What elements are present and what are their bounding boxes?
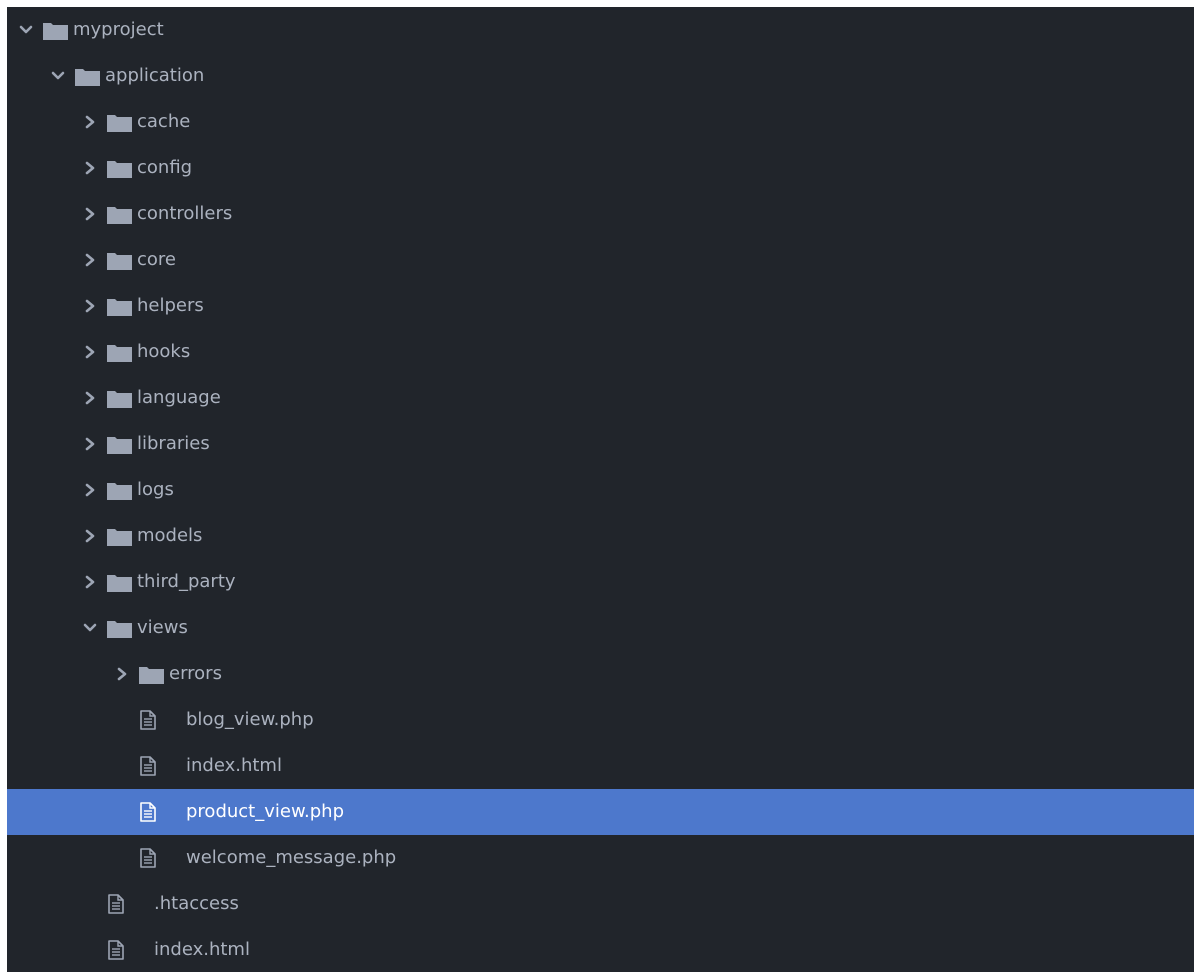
- chevron-right-icon[interactable]: [114, 663, 130, 685]
- file-tree-panel: myproject application cache config controlle…: [7, 7, 1194, 972]
- tree-item-label: .htaccess: [154, 893, 239, 914]
- chevron-down-icon[interactable]: [82, 617, 98, 639]
- tree-item-label: cache: [137, 111, 191, 132]
- tree-folder-row[interactable]: models: [7, 513, 1194, 559]
- tree-item-label: index.html: [186, 755, 282, 776]
- tree-folder-row[interactable]: libraries: [7, 421, 1194, 467]
- folder-icon: [107, 252, 132, 270]
- tree-folder-row[interactable]: logs: [7, 467, 1194, 513]
- file-text-icon: [108, 894, 124, 914]
- tree-folder-row[interactable]: language: [7, 375, 1194, 421]
- file-text-icon: [140, 802, 156, 822]
- tree-item-label: index.html: [154, 939, 250, 960]
- folder-icon: [139, 666, 164, 684]
- tree-folder-row[interactable]: third_party: [7, 559, 1194, 605]
- chevron-right-icon[interactable]: [82, 203, 98, 225]
- tree-item-label: language: [137, 387, 221, 408]
- tree-item-label: logs: [137, 479, 174, 500]
- file-text-icon: [140, 710, 156, 730]
- tree-folder-row[interactable]: cache: [7, 99, 1194, 145]
- tree-folder-row[interactable]: errors: [7, 651, 1194, 697]
- folder-icon: [107, 390, 132, 408]
- folder-icon: [107, 344, 132, 362]
- tree-item-label: libraries: [137, 433, 210, 454]
- folder-icon: [107, 574, 132, 592]
- tree-folder-row[interactable]: helpers: [7, 283, 1194, 329]
- tree-item-label: product_view.php: [186, 801, 345, 822]
- tree-item-label: controllers: [137, 203, 233, 224]
- chevron-right-icon[interactable]: [82, 111, 98, 133]
- chevron-right-icon[interactable]: [82, 387, 98, 409]
- folder-icon: [107, 160, 132, 178]
- folder-icon: [107, 114, 132, 132]
- chevron-down-icon[interactable]: [18, 19, 34, 41]
- folder-icon: [75, 68, 100, 86]
- tree-file-row[interactable]: welcome_message.php: [7, 835, 1194, 881]
- chevron-right-icon[interactable]: [82, 525, 98, 547]
- folder-icon: [43, 22, 68, 40]
- chevron-right-icon[interactable]: [82, 295, 98, 317]
- chevron-right-icon[interactable]: [82, 479, 98, 501]
- chevron-right-icon[interactable]: [82, 571, 98, 593]
- tree-item-label: core: [137, 249, 176, 270]
- tree-item-label: application: [105, 65, 205, 86]
- chevron-right-icon[interactable]: [82, 249, 98, 271]
- tree-folder-row[interactable]: myproject: [7, 7, 1194, 53]
- chevron-right-icon[interactable]: [82, 433, 98, 455]
- chevron-right-icon[interactable]: [82, 341, 98, 363]
- folder-icon: [107, 206, 132, 224]
- tree-item-label: hooks: [137, 341, 191, 362]
- tree-file-row[interactable]: .htaccess: [7, 881, 1194, 927]
- tree-file-row[interactable]: index.html: [7, 927, 1194, 972]
- tree-folder-row[interactable]: application: [7, 53, 1194, 99]
- tree-item-label: welcome_message.php: [186, 847, 397, 868]
- file-text-icon: [140, 756, 156, 776]
- tree-item-label: errors: [169, 663, 222, 684]
- tree-file-row[interactable]: product_view.php: [7, 789, 1194, 835]
- tree-folder-row[interactable]: hooks: [7, 329, 1194, 375]
- folder-icon: [107, 436, 132, 454]
- tree-item-label: third_party: [137, 571, 236, 592]
- tree-file-row[interactable]: index.html: [7, 743, 1194, 789]
- folder-icon: [107, 620, 132, 638]
- tree-item-label: helpers: [137, 295, 204, 316]
- tree-folder-row[interactable]: views: [7, 605, 1194, 651]
- chevron-down-icon[interactable]: [50, 65, 66, 87]
- tree-folder-row[interactable]: core: [7, 237, 1194, 283]
- folder-icon: [107, 528, 132, 546]
- tree-item-label: config: [137, 157, 193, 178]
- file-text-icon: [140, 848, 156, 868]
- tree-file-row[interactable]: blog_view.php: [7, 697, 1194, 743]
- file-text-icon: [108, 940, 124, 960]
- tree-folder-row[interactable]: config: [7, 145, 1194, 191]
- tree-item-label: blog_view.php: [186, 709, 314, 730]
- folder-icon: [107, 482, 132, 500]
- tree-folder-row[interactable]: controllers: [7, 191, 1194, 237]
- tree-item-label: views: [137, 617, 188, 638]
- tree-item-label: models: [137, 525, 203, 546]
- chevron-right-icon[interactable]: [82, 157, 98, 179]
- folder-icon: [107, 298, 132, 316]
- tree-item-label: myproject: [73, 19, 164, 40]
